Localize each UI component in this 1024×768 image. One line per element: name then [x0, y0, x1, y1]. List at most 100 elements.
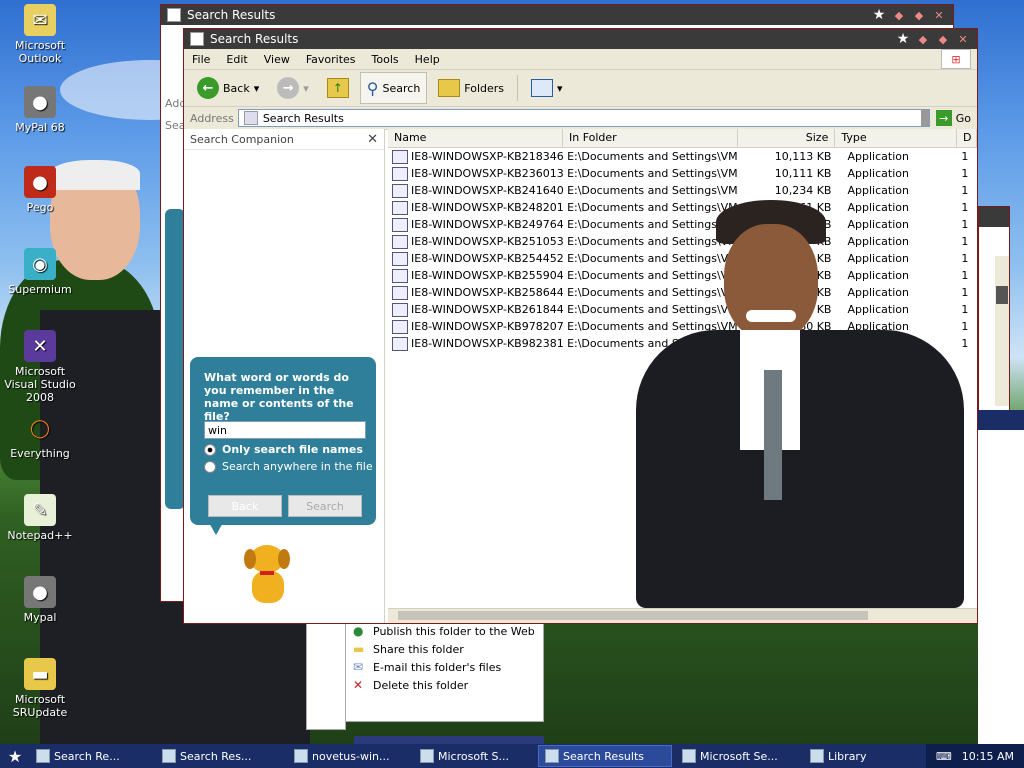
table-row[interactable]: IE8-WINDOWSXP-KB2482017-...E:\Documents … [388, 199, 977, 216]
star-icon[interactable]: ★ [895, 31, 911, 47]
desktop-icon[interactable]: ✕ Microsoft Visual Studio 2008 [0, 330, 80, 404]
desktop-icon[interactable]: ◯ Everything [0, 412, 80, 461]
keyboard-icon[interactable]: ⌨ [936, 750, 952, 763]
table-row[interactable]: IE8-WINDOWSXP-KB2360131-...E:\Documents … [388, 165, 977, 182]
radio-unselected-icon[interactable] [204, 460, 216, 473]
table-row[interactable]: IE8-WINDOWSXP-KB2559049-...E:\Documents … [388, 267, 977, 284]
companion-search-button[interactable]: Search [288, 495, 362, 517]
taskbar-button[interactable]: Microsoft Se... [676, 746, 800, 766]
taskbar-button[interactable]: Search Results [538, 745, 672, 767]
back-companion-balloon [165, 209, 185, 509]
back-button[interactable]: ← Back ▾ [190, 72, 266, 104]
go-button[interactable]: → Go [930, 110, 977, 126]
table-row[interactable]: IE8-WINDOWSXP-KB2416400-...E:\Documents … [388, 182, 977, 199]
dropdown-arrow-icon[interactable]: ▾ [303, 82, 309, 95]
folder-task-link[interactable]: ● Publish this folder to the Web [345, 623, 543, 641]
table-row[interactable]: IE8-WINDOWSXP-KB2544521-...E:\Documents … [388, 250, 977, 267]
star-icon[interactable]: ★ [871, 7, 887, 23]
table-row[interactable]: IE8-WINDOWSXP-KB2183461-...E:\Documents … [388, 148, 977, 165]
folder-tasks-panel: ● Publish this folder to the Web ▬ Share th… [344, 620, 544, 722]
radio-only-file-names[interactable]: Only search file names [204, 443, 363, 456]
radio-selected-icon[interactable] [204, 443, 216, 456]
desktop-icon[interactable]: ● Mypal [0, 576, 80, 624]
balloon-tail [208, 521, 224, 535]
file-name: IE8-WINDOWSXP-KB2360131-... [411, 167, 564, 180]
maximize-icon[interactable]: ◆ [911, 8, 927, 22]
close-icon[interactable]: ✕ [955, 32, 971, 46]
menu-help[interactable]: Help [407, 53, 448, 66]
search-question: What word or words do you remember in th… [204, 371, 354, 423]
desktop-icon[interactable]: ● MyPal 68 [0, 86, 80, 134]
table-row[interactable]: IE8-WINDOWSXP-KB2510531-...E:\Documents … [388, 233, 977, 250]
maximize-icon[interactable]: ◆ [935, 32, 951, 46]
menu-favorites[interactable]: Favorites [298, 53, 364, 66]
dropdown-arrow-icon[interactable]: ▾ [254, 82, 260, 95]
back-window-titlebar[interactable]: Search Results ★ ◆ ◆ ✕ [161, 5, 953, 25]
application-file-icon [392, 319, 408, 334]
taskbar-button-label: Search Res... [180, 749, 252, 763]
toolbar-separator [517, 75, 519, 101]
col-in-folder[interactable]: In Folder [563, 129, 738, 147]
file-type: Application [847, 269, 909, 282]
address-field[interactable]: Search Results [237, 109, 930, 127]
col-name[interactable]: Name [388, 129, 563, 147]
forward-button[interactable]: → ▾ [270, 72, 316, 104]
scroll-thumb[interactable] [398, 611, 868, 620]
desktop-icon[interactable]: ✉ Microsoft Outlook [0, 4, 80, 65]
horizontal-scrollbar[interactable] [388, 608, 977, 623]
menu-file[interactable]: File [184, 53, 218, 66]
search-label: Search [382, 81, 421, 95]
start-star-icon[interactable]: ★ [0, 744, 30, 768]
address-dropdown[interactable] [920, 110, 929, 126]
folder-task-link[interactable]: ✉ E-mail this folder's files [345, 659, 543, 677]
taskbar-button[interactable]: novetus-win... [288, 746, 410, 766]
application-file-icon [392, 302, 408, 317]
pego-icon: ● [24, 166, 56, 198]
folders-button[interactable]: Folders [431, 72, 511, 104]
desktop-icon-label: Supermium [8, 283, 72, 296]
companion-back-button[interactable]: Back [208, 495, 282, 517]
taskbar-button[interactable]: Search Re... [30, 746, 152, 766]
globe-icon: ● [353, 624, 364, 638]
close-icon[interactable]: ✕ [367, 132, 378, 147]
taskbar-button[interactable]: Microsoft S... [414, 746, 534, 766]
taskbar-button[interactable]: Search Res... [156, 746, 284, 766]
folder-task-link[interactable]: ✕ Delete this folder [345, 677, 543, 695]
search-dog-icon[interactable] [236, 539, 300, 609]
views-button[interactable]: ▾ [524, 72, 570, 104]
desktop-icon[interactable]: ▬ Microsoft SRUpdate [0, 658, 80, 719]
search-query-input[interactable] [204, 421, 366, 439]
minimize-icon[interactable]: ◆ [915, 32, 931, 46]
menu-view[interactable]: View [256, 53, 298, 66]
application-file-icon [392, 200, 408, 215]
table-row[interactable]: IE8-WINDOWSXP-KB2618444-...E:\Documents … [388, 301, 977, 318]
menu-tools[interactable]: Tools [364, 53, 407, 66]
application-file-icon [392, 234, 408, 249]
menu-edit[interactable]: Edit [218, 53, 255, 66]
file-name: IE8-WINDOWSXP-KB2559049-... [411, 269, 564, 282]
close-icon[interactable]: ✕ [931, 8, 947, 22]
taskbar-button[interactable]: Library [804, 746, 896, 766]
col-type[interactable]: Type [835, 129, 957, 147]
search-button[interactable]: ⚲ Search [359, 72, 428, 104]
desktop-icon[interactable]: ◉ Supermium [0, 248, 80, 296]
desktop-icon[interactable]: ✎ Notepad++ [0, 494, 80, 542]
desktop-icon[interactable]: ● Pego [0, 166, 80, 214]
dropdown-arrow-icon[interactable]: ▾ [557, 82, 563, 95]
application-file-icon [392, 149, 408, 164]
clock[interactable]: 10:15 AM [962, 750, 1014, 763]
col-date[interactable]: D [957, 129, 977, 147]
radio-anywhere-in-file[interactable]: Search anywhere in the file [204, 460, 373, 473]
window-titlebar[interactable]: Search Results ★ ◆ ◆ ✕ [184, 29, 977, 49]
col-size[interactable]: Size [738, 129, 836, 147]
right-scrollbar[interactable] [995, 256, 1009, 406]
file-type: Application [847, 201, 909, 214]
table-row[interactable]: IE8-WINDOWSXP-KB2497640-...E:\Documents … [388, 216, 977, 233]
back-arrow-icon: ← [197, 77, 219, 99]
table-row[interactable]: IE8-WINDOWSXP-KB2586448-...E:\Documents … [388, 284, 977, 301]
up-folder-button[interactable]: ↑ [320, 72, 356, 104]
minimize-icon[interactable]: ◆ [891, 8, 907, 22]
email-icon: ✉ [353, 660, 364, 674]
application-file-icon [392, 268, 408, 283]
folder-task-link[interactable]: ▬ Share this folder [345, 641, 543, 659]
